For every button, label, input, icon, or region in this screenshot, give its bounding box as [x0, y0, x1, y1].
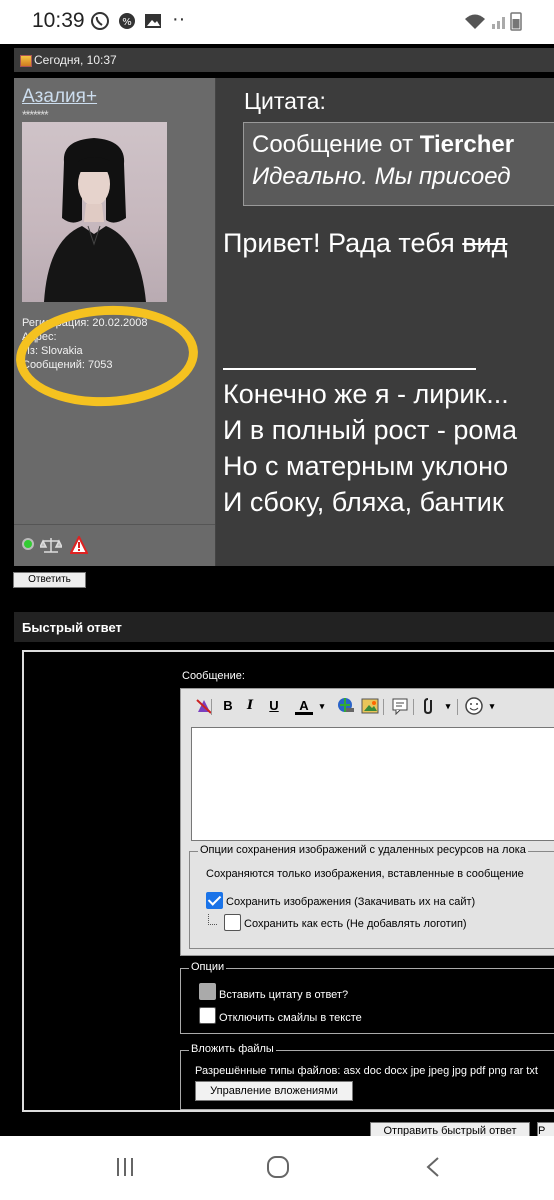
- font-color-icon[interactable]: A: [295, 697, 313, 715]
- tree-connector: [208, 914, 217, 925]
- quote-author[interactable]: Tiercher: [420, 131, 514, 158]
- insert-quote-label: Вставить цитату в ответ?: [219, 989, 349, 1001]
- online-status-icon: [22, 538, 34, 550]
- chevron-down-icon[interactable]: ▾: [439, 697, 457, 715]
- back-icon[interactable]: [424, 1156, 442, 1178]
- quote-icon[interactable]: [391, 697, 409, 715]
- home-icon[interactable]: [266, 1156, 290, 1178]
- poem-line: И сбоку, бляха, бантик: [223, 487, 504, 517]
- poem-line: Но с матерным уклоно: [223, 451, 509, 481]
- avatar-portrait-image: [44, 138, 146, 302]
- message-textarea[interactable]: [191, 727, 554, 841]
- italic-icon[interactable]: I: [241, 697, 259, 715]
- bold-icon[interactable]: B: [219, 697, 237, 715]
- user-rank-stars: *******: [22, 108, 49, 122]
- post-greeting: Привет! Рада тебя вид: [223, 228, 507, 259]
- chevron-down-icon[interactable]: ▾: [313, 697, 331, 715]
- quote-box: Сообщение от Tiercher Идеально. Мы присо…: [243, 122, 554, 206]
- post-header: Сегодня, 10:37: [14, 48, 554, 72]
- chevron-down-icon[interactable]: ▾: [483, 697, 501, 715]
- attachments-legend: Вложить файлы: [189, 1043, 276, 1055]
- poem-line: Конечно же я - лирик...: [223, 379, 509, 409]
- allowed-file-types: Разрешённые типы файлов: asx doc docx jp…: [195, 1065, 538, 1077]
- insert-link-icon[interactable]: [337, 697, 355, 715]
- quote-title: Цитата:: [244, 88, 326, 114]
- toolbar-separator: [457, 699, 458, 715]
- save-images-label: Сохранить изображения (Закачивать их на …: [226, 896, 476, 908]
- message-editor: B I U A ▾ ▾ ▾ Опции сохранения изображен…: [180, 688, 554, 956]
- send-quick-reply-button[interactable]: Отправить быстрый ответ: [370, 1122, 530, 1136]
- image-save-options: Опции сохранения изображений с удаленных…: [189, 844, 554, 949]
- recent-apps-icon[interactable]: [114, 1156, 136, 1178]
- quick-reply-form: Сообщение: B I U A ▾ ▾ ▾ Опции сохранени…: [22, 650, 554, 1112]
- signature-divider: [223, 368, 476, 370]
- toolbar-separator: [383, 699, 384, 715]
- disable-smilies-label: Отключить смайлы в тексте: [219, 1012, 362, 1024]
- poem-line: И в полный рост - рома: [223, 415, 517, 445]
- save-as-is-checkbox[interactable]: [224, 914, 241, 931]
- toolbar-separator: [211, 699, 212, 715]
- advanced-reply-button[interactable]: Р: [537, 1122, 554, 1136]
- image-options-note: Сохраняются только изображения, вставлен…: [206, 868, 524, 880]
- post-icon: [20, 55, 32, 67]
- quick-reply-header: Быстрый ответ: [14, 612, 554, 642]
- insert-quote-checkbox[interactable]: [199, 983, 216, 1000]
- avatar[interactable]: [22, 122, 167, 302]
- greeting-text: Привет! Рада тебя: [223, 228, 463, 258]
- navigation-bar: [0, 1136, 554, 1200]
- post-content: Цитата: Сообщение от Tiercher Идеально. …: [216, 78, 554, 566]
- save-images-checkbox[interactable]: [206, 892, 223, 909]
- battery-icon: [510, 12, 522, 31]
- status-bar: 10:39 % ··: [0, 0, 554, 44]
- attachment-icon[interactable]: [421, 697, 439, 715]
- quote-author-prefix: Сообщение от: [252, 131, 420, 158]
- quote-author-line: Сообщение от Tiercher: [252, 131, 514, 159]
- insert-image-icon[interactable]: [361, 697, 379, 715]
- disable-smilies-checkbox[interactable]: [199, 1007, 216, 1024]
- signal-icon: [492, 17, 505, 29]
- data-saver-icon: %: [119, 13, 135, 29]
- toolbar-separator: [413, 699, 414, 715]
- message-label: Сообщение:: [182, 670, 245, 682]
- reputation-scales-icon[interactable]: [40, 536, 62, 554]
- save-as-is-label: Сохранить как есть (Не добавлять логотип…: [244, 918, 467, 930]
- divider: [14, 524, 215, 525]
- options-legend: Опции: [189, 961, 227, 973]
- forum-page: Сегодня, 10:37 Азалия+ ******* Регистрац…: [0, 44, 554, 1136]
- quick-reply-title: Быстрый ответ: [22, 620, 122, 635]
- more-notifications-icon: ··: [172, 8, 186, 30]
- options-fieldset: Опции Вставить цитату в ответ? Отключить…: [180, 961, 554, 1034]
- signature-poem: Конечно же я - лирик... И в полный рост …: [223, 376, 517, 520]
- reply-button[interactable]: Ответить: [13, 572, 86, 588]
- underline-icon[interactable]: U: [265, 697, 283, 715]
- smiley-icon[interactable]: [465, 697, 483, 715]
- quick-reply-body: Сообщение: B I U A ▾ ▾ ▾ Опции сохранени…: [180, 662, 554, 1110]
- wifi-icon: [465, 14, 485, 29]
- post-date: Сегодня, 10:37: [34, 53, 117, 67]
- attachments-fieldset: Вложить файлы Разрешённые типы файлов: a…: [180, 1043, 554, 1110]
- clock: 10:39: [32, 9, 85, 32]
- user-info-panel: Азалия+ ******* Регистрация: 20.02.2008 …: [13, 78, 216, 566]
- image-options-legend: Опции сохранения изображений с удаленных…: [198, 844, 528, 856]
- svg-text:%: %: [122, 17, 132, 28]
- username-link[interactable]: Азалия+: [22, 86, 97, 108]
- manage-attachments-button[interactable]: Управление вложениями: [195, 1081, 353, 1101]
- strikethrough-text: вид: [462, 228, 508, 258]
- quote-text: Идеально. Мы присоед: [252, 163, 511, 190]
- report-warning-icon[interactable]: [70, 536, 88, 554]
- viber-icon: [91, 12, 109, 30]
- gallery-icon: [145, 14, 161, 28]
